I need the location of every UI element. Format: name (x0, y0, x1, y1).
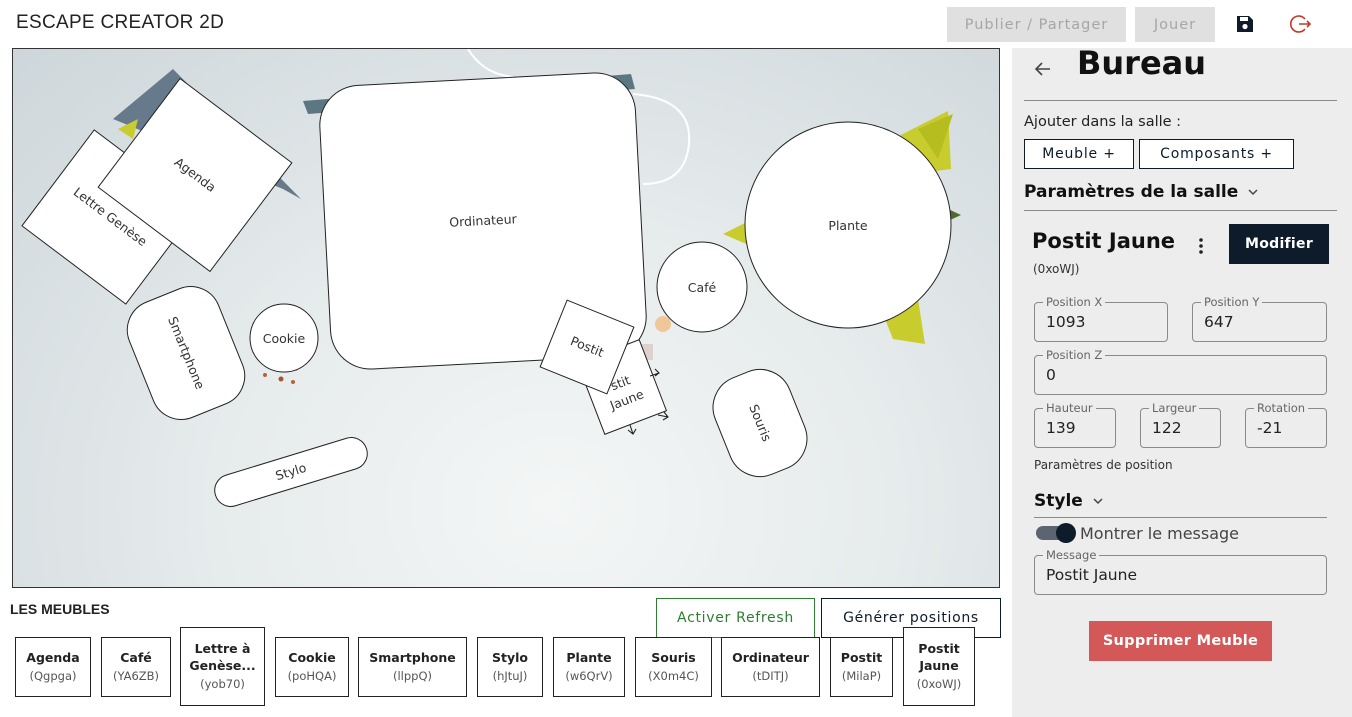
chip-id: (tDITJ) (752, 669, 789, 683)
field-value: 139 (1046, 419, 1076, 437)
field-value: 1093 (1046, 313, 1086, 331)
largeur-field[interactable]: Largeur 122 (1140, 401, 1221, 448)
message-field[interactable]: Message Postit Jaune (1034, 548, 1327, 595)
chip-id: (0xoWJ) (916, 677, 962, 691)
room-canvas[interactable]: Lettre Genèse Agenda Ordinateur Plante C… (12, 48, 1000, 588)
shape-label: Plante (828, 218, 867, 233)
chip-id: (MilaP) (841, 669, 882, 683)
chip-id: (poHQA) (287, 669, 337, 683)
chip-name: Agenda (26, 650, 80, 665)
more-options-icon[interactable] (1196, 237, 1206, 255)
furniture-chip-smartphone[interactable]: Smartphone (llppQ) (358, 637, 467, 697)
furniture-list-title: LES MEUBLES (10, 601, 110, 617)
furniture-chip-agenda[interactable]: Agenda (Qgpga) (15, 637, 91, 697)
logout-icon[interactable] (1289, 12, 1313, 36)
position-z-field[interactable]: Position Z 0 (1034, 348, 1327, 395)
chip-id: (YA6ZB) (112, 669, 160, 683)
field-value: 0 (1046, 366, 1056, 384)
back-arrow-icon[interactable] (1032, 58, 1054, 80)
furniture-chip-ordinateur[interactable]: Ordinateur (tDITJ) (721, 637, 820, 697)
modify-button[interactable]: Modifier (1229, 224, 1329, 264)
show-message-label: Montrer le message (1080, 524, 1240, 543)
furniture-chip-cookie[interactable]: Cookie (poHQA) (275, 637, 349, 697)
switch-knob (1056, 523, 1076, 543)
field-label: Rotation (1254, 401, 1309, 415)
field-label: Position Z (1043, 348, 1106, 362)
selected-item-title: Postit Jaune (1032, 229, 1176, 253)
save-icon[interactable] (1233, 12, 1257, 36)
shape-stylo[interactable]: Stylo (211, 434, 371, 511)
room-params-title: Paramètres de la salle (1024, 182, 1239, 202)
position-x-field[interactable]: Position X 1093 (1034, 295, 1168, 342)
field-value: Postit Jaune (1046, 566, 1137, 584)
show-message-switch[interactable] (1036, 523, 1076, 543)
hauteur-field[interactable]: Hauteur 139 (1034, 401, 1116, 448)
position-y-field[interactable]: Position Y 647 (1192, 295, 1327, 342)
shape-label: Cookie (263, 331, 306, 346)
shape-souris[interactable]: Souris (703, 360, 816, 486)
chip-name: Cookie (288, 650, 336, 665)
chip-id: (llppQ) (392, 669, 432, 683)
furniture-chip-postit-jaune[interactable]: Postit Jaune (0xoWJ) (903, 627, 975, 706)
divider (1034, 517, 1327, 518)
chip-name: Souris (651, 650, 696, 665)
furniture-chip-plante[interactable]: Plante (w6QrV) (553, 637, 625, 697)
delete-meuble-button[interactable]: Supprimer Meuble (1089, 621, 1272, 661)
chip-name: Postit (840, 650, 883, 665)
style-title: Style (1034, 491, 1083, 511)
activate-refresh-button[interactable]: Activer Refresh (656, 598, 815, 638)
field-label: Hauteur (1043, 401, 1096, 415)
room-params-toggle[interactable]: Paramètres de la salle (1024, 182, 1260, 202)
app-title: ESCAPE CREATOR 2D (16, 12, 225, 33)
shape-smartphone[interactable]: Smartphone (118, 278, 253, 429)
field-label: Position X (1043, 295, 1106, 309)
rotation-field[interactable]: Rotation -21 (1245, 401, 1327, 448)
shape-plante[interactable]: Plante (744, 121, 952, 329)
divider (1024, 100, 1337, 101)
publish-button[interactable]: Publier / Partager (947, 7, 1126, 42)
chevron-down-icon (1248, 189, 1258, 196)
furniture-chip-cafe[interactable]: Café (YA6ZB) (101, 637, 171, 697)
field-label: Position Y (1201, 295, 1263, 309)
chip-name: Smartphone (369, 650, 456, 665)
chip-name: Café (120, 650, 152, 665)
position-params-label: Paramètres de position (1034, 458, 1173, 472)
chip-id: (Qgpga) (29, 669, 77, 683)
field-label: Message (1043, 548, 1100, 562)
chip-name: Stylo (492, 650, 528, 665)
shape-label: Café (688, 280, 717, 295)
furniture-chip-stylo[interactable]: Stylo (hJtuJ) (477, 637, 543, 697)
add-composants-button[interactable]: Composants + (1139, 139, 1294, 169)
shape-cookie[interactable]: Cookie (249, 303, 319, 373)
cafe-shadow-decor (655, 316, 671, 332)
field-value: -21 (1257, 419, 1283, 437)
divider (1024, 210, 1337, 211)
top-bar: ESCAPE CREATOR 2D Publier / Partager Jou… (0, 0, 1352, 48)
furniture-chip-souris[interactable]: Souris (X0m4C) (635, 637, 712, 697)
add-in-room-label: Ajouter dans la salle : (1024, 114, 1182, 130)
chip-name: Plante (566, 650, 612, 665)
chip-name: Lettre à Genèse... (189, 641, 256, 673)
chip-name: Postit Jaune (918, 641, 960, 673)
field-value: 647 (1204, 313, 1234, 331)
field-value: 122 (1152, 419, 1182, 437)
chip-id: (X0m4C) (648, 669, 699, 683)
furniture-chip-lettre[interactable]: Lettre à Genèse... (yob70) (180, 627, 265, 706)
chip-id: (hJtuJ) (492, 669, 528, 683)
add-meuble-button[interactable]: Meuble + (1024, 139, 1134, 169)
play-button[interactable]: Jouer (1135, 7, 1215, 42)
shape-cafe[interactable]: Café (656, 241, 748, 333)
room-title: Bureau (1077, 44, 1207, 82)
selected-item-id: (0xoWJ) (1033, 262, 1080, 276)
chip-name: Ordinateur (732, 650, 809, 665)
chip-id: (w6QrV) (565, 669, 613, 683)
style-toggle[interactable]: Style (1034, 491, 1105, 511)
chevron-down-icon (1093, 498, 1103, 505)
furniture-chip-postit[interactable]: Postit (MilaP) (830, 637, 893, 697)
chip-id: (yob70) (200, 677, 245, 691)
field-label: Largeur (1149, 401, 1200, 415)
